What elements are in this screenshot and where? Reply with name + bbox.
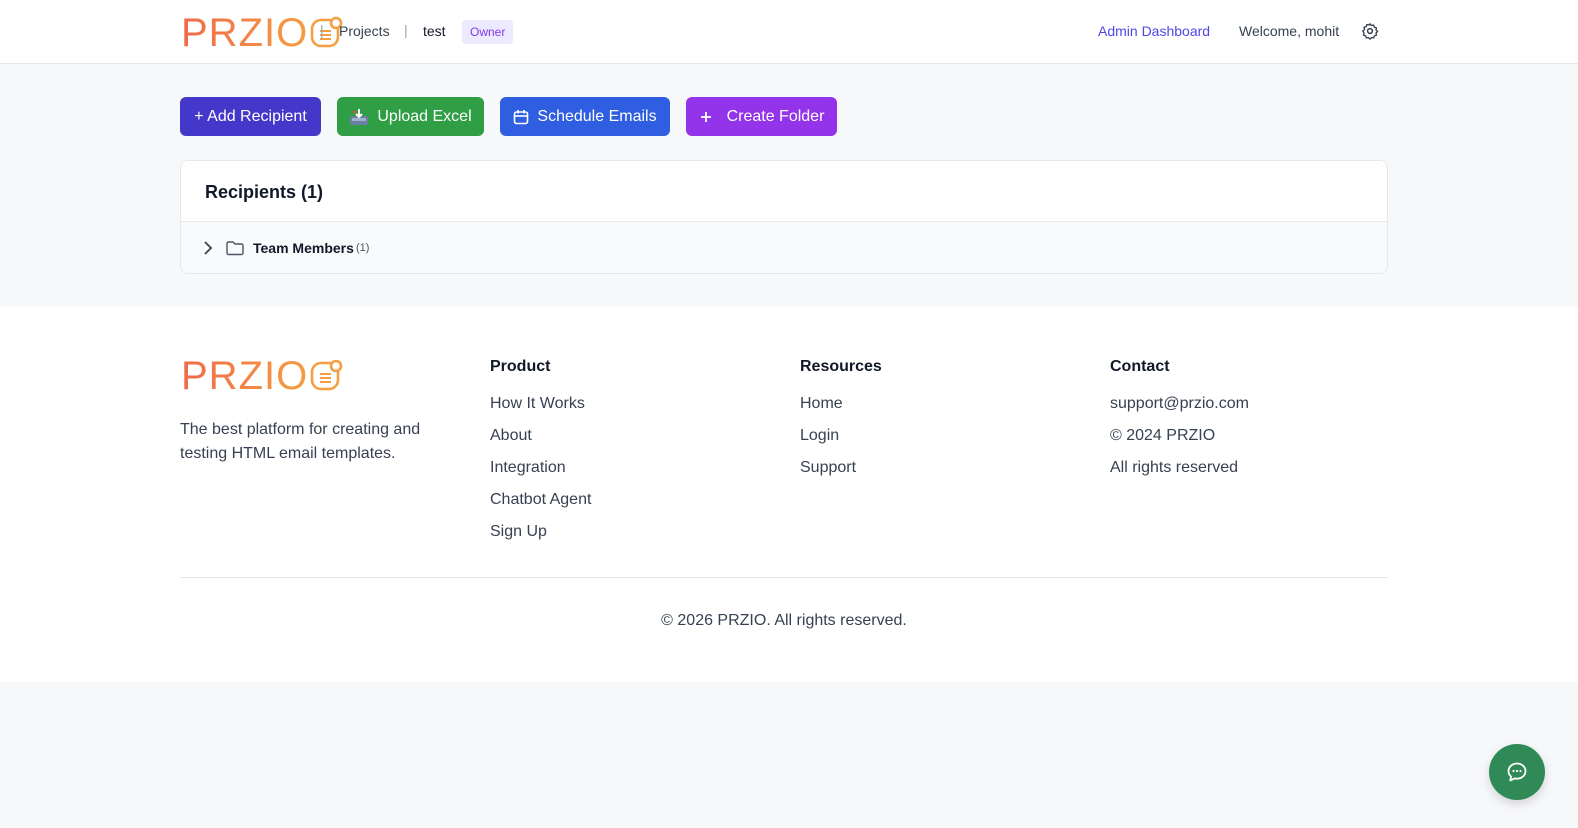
recipients-title: Recipients (1) — [205, 182, 324, 202]
breadcrumb-project-name: test — [423, 23, 446, 39]
plus-icon — [700, 111, 711, 122]
footer-heading-contact: Contact — [1110, 358, 1170, 375]
folder-icon — [226, 241, 244, 256]
footer-contact-rights: All rights reserved — [1110, 459, 1239, 476]
chat-bubble-icon — [1507, 762, 1527, 782]
footer-contact-copyright: © 2024 PRZIO — [1110, 427, 1216, 444]
breadcrumb-separator: | — [320, 22, 324, 38]
upload-excel-label: Upload Excel — [377, 107, 472, 125]
calendar-icon — [514, 109, 529, 124]
footer-link-integration[interactable]: Integration — [490, 457, 591, 489]
logo-mail-icon — [310, 359, 343, 391]
footer-link-sign-up[interactable]: Sign Up — [490, 521, 591, 553]
recipients-card: Recipients (1) Team Members (1) — [180, 160, 1388, 274]
welcome-text: Welcome, mohit — [1239, 23, 1340, 39]
footer-contact-email[interactable]: support@przio.com — [1110, 393, 1249, 425]
admin-dashboard-link[interactable]: Admin Dashboard — [1098, 23, 1210, 39]
chat-button[interactable] — [1489, 744, 1545, 800]
footer-column-product: Product How It Works About Integration C… — [490, 358, 591, 553]
footer-column-contact: Contact support@przio.com © 2024 PRZIO A… — [1110, 358, 1249, 489]
folder-count: (1) — [356, 242, 370, 254]
upload-excel-button[interactable]: Upload Excel — [337, 97, 484, 136]
footer-copyright: © 2026 PRZIO. All rights reserved. — [661, 612, 907, 629]
top-navbar: PRZIO | Projects | test Owner Admin Dash… — [0, 0, 1578, 64]
breadcrumb-separator: | — [404, 22, 408, 38]
logo-text: PRZIO — [181, 11, 309, 55]
folder-row[interactable]: Team Members (1) — [181, 221, 1387, 273]
create-folder-label: Create Folder — [726, 107, 825, 125]
footer-link-login[interactable]: Login — [800, 425, 882, 457]
footer-link-chatbot-agent[interactable]: Chatbot Agent — [490, 489, 591, 521]
add-recipient-button[interactable]: + Add Recipient — [180, 97, 321, 136]
create-folder-button[interactable]: Create Folder — [686, 97, 837, 136]
chevron-right-icon[interactable] — [201, 240, 215, 256]
inbox-tray-icon — [350, 108, 369, 125]
footer-heading-resources: Resources — [800, 358, 882, 375]
footer-tagline: The best platform for creating and testi… — [180, 421, 421, 462]
footer-link-support[interactable]: Support — [800, 457, 882, 489]
footer-heading-product: Product — [490, 358, 551, 375]
schedule-emails-label: Schedule Emails — [537, 107, 657, 125]
schedule-emails-button[interactable]: Schedule Emails — [500, 97, 670, 136]
footer-column-resources: Resources Home Login Support — [800, 358, 882, 489]
footer-divider — [180, 577, 1388, 578]
footer-link-how-it-works[interactable]: How It Works — [490, 393, 591, 425]
add-recipient-label: + Add Recipient — [194, 107, 307, 125]
breadcrumb-projects[interactable]: Projects — [339, 23, 390, 39]
przio-logo[interactable]: PRZIO — [181, 13, 343, 53]
folder-name: Team Members — [253, 240, 354, 256]
site-footer: PRZIO The best platform for creating and… — [0, 307, 1578, 682]
footer-logo-text: PRZIO — [181, 354, 309, 398]
footer-przio-logo: PRZIO — [181, 356, 343, 396]
footer-link-about[interactable]: About — [490, 425, 591, 457]
footer-link-home[interactable]: Home — [800, 393, 882, 425]
gear-icon[interactable] — [1361, 22, 1379, 40]
role-badge: Owner — [462, 20, 514, 44]
